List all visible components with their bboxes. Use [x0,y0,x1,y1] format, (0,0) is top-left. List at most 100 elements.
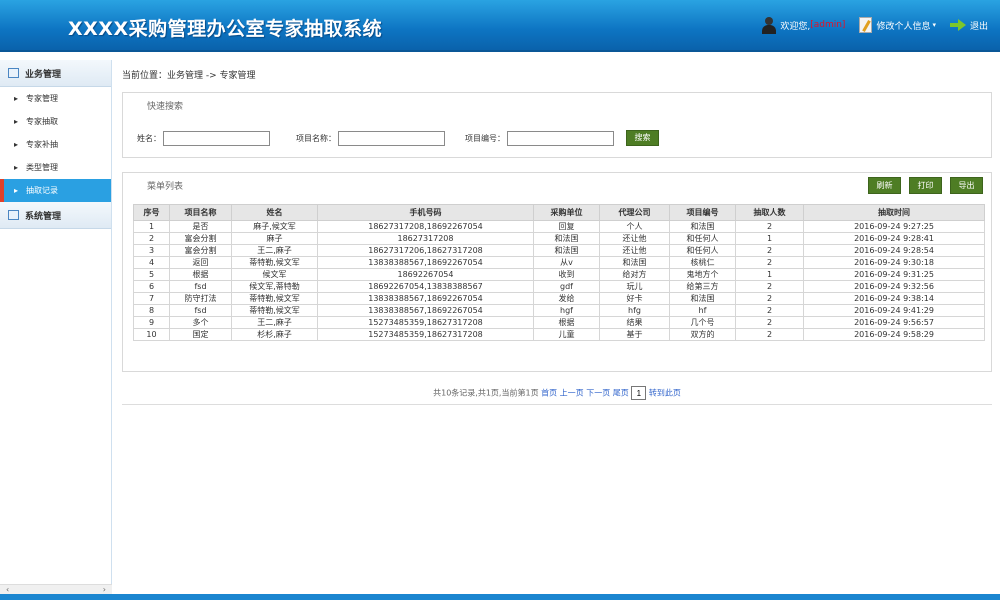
table-cell: 儿童 [533,328,600,341]
sidebar-item-label: 专家抽取 [26,117,58,126]
table-row[interactable]: 6 fsd 候文军,蒂特勒 18692267054,13838388567 gdf 玩儿给… [133,280,985,293]
table-cell: 王二,麻子 [231,244,318,257]
table-cell: 防守打法 [169,292,232,305]
print-button[interactable]: 打印 [909,177,942,194]
table-cell: 8 [133,304,170,317]
chevron-down-icon: ▾ [932,21,936,29]
table-cell: 返回 [169,256,232,269]
table-row[interactable]: 1 是否 麻子,候文军 18627317208,18692267054 回复 个人 和法国 2… [133,220,985,233]
sidebar-group-label: 业务管理 [25,69,62,80]
name-search-input[interactable] [163,130,270,146]
refresh-button[interactable]: 刷新 [868,177,901,194]
table-cell: 蒂特勒,候文军 [231,256,318,269]
edit-profile-menu[interactable]: 修改个人信息 ▾ [859,17,936,33]
table-cell: 还让他 [599,232,670,245]
table-row[interactable]: 4 返回 蒂特勒,候文军 13838388567,18692267054 从v 和法国 核桃… [133,256,985,269]
table-cell: 收到 [533,268,600,281]
welcome-text: 欢迎您, [780,21,811,32]
sidebar-group-business[interactable]: 业务管理 [0,60,111,87]
table-cell: 2016-09-24 9:28:54 [803,244,985,257]
search-row: 姓名： 项目名称： 项目编号： 搜索 [137,130,659,146]
logout-button[interactable]: 退出 [949,19,988,32]
username: [admin] [810,20,846,30]
table-cell: 7 [133,292,170,305]
table-cell: 13838388567,18692267054 [317,256,534,269]
table-cell: 回复 [533,220,600,233]
table-cell: 核桃仁 [669,256,736,269]
table-cell: 18627317208,18692267054 [317,220,534,233]
table-row[interactable]: 3 富会分割 王二,麻子 18627317206,18627317208 和法国 还让他和… [133,244,985,257]
table-row[interactable]: 10 国定 杉杉,麻子 15273485359,18627317208 儿童 基于 双方的 2… [133,328,985,341]
table-cell: 是否 [169,220,232,233]
logout-label: 退出 [969,21,988,32]
column-header: 手机号码 [317,204,534,221]
goto-page-link[interactable]: 转到此页 [649,389,681,398]
header-user-area: 欢迎您, [admin] 修改个人信息 ▾ 退出 [748,16,988,34]
project-name-search-input[interactable] [338,130,445,146]
table-row[interactable]: 5 根据 候文军 18692267054 收到 给对方 鬼地方个 1 2016-09-24 9:… [133,268,985,281]
sidebar-item-label: 类型管理 [26,163,58,172]
table-cell: 麻子,候文军 [231,220,318,233]
table-cell: 富会分割 [169,232,232,245]
table-cell: 2 [735,328,804,341]
table-cell: hfg [599,304,670,317]
sidebar-scrollbar[interactable]: ‹ › [0,584,112,594]
sidebar-item-expert-supplement[interactable]: 专家补抽 [0,133,111,156]
last-page-link[interactable]: 尾页 [613,389,629,398]
app-header: XXXX采购管理办公室专家抽取系统 欢迎您, [admin] 修改个人信息 ▾ 退… [0,0,1000,52]
table-header-row: 序号 项目名称 姓名 手机号码 采购单位 代理公司 项目编号 抽取人数 抽取时间 [133,204,985,221]
table-row[interactable]: 9 多个 王二,麻子 15273485359,18627317208 根据 结果 几个号 2 2… [133,316,985,329]
table-cell: 2 [735,280,804,293]
sidebar-group-label: 系统管理 [25,211,62,222]
scroll-left-icon[interactable]: ‹ [6,585,9,594]
table-cell: 多个 [169,316,232,329]
table-cell: 18627317208 [317,232,534,245]
exit-arrow-icon [949,19,966,31]
table-cell: 10 [133,328,170,341]
table-cell: 2016-09-24 9:38:14 [803,292,985,305]
table-cell: 13838388567,18692267054 [317,292,534,305]
monitor-icon [8,210,19,220]
table-cell: 基于 [599,328,670,341]
prev-page-link[interactable]: 上一页 [560,389,584,398]
table-cell: 和法国 [669,292,736,305]
edit-icon [859,17,873,33]
first-page-link[interactable]: 首页 [541,389,557,398]
table-cell: 2016-09-24 9:32:56 [803,280,985,293]
table-row[interactable]: 2 富会分割 麻子 18627317208 和法国 还让他 和任何人 1 2016-09-24 … [133,232,985,245]
table-cell: 1 [735,232,804,245]
sidebar-item-type-management[interactable]: 类型管理 [0,156,111,179]
table-cell: 玩儿 [599,280,670,293]
scroll-right-icon[interactable]: › [103,585,106,594]
quick-search-panel: 快速搜索 姓名： 项目名称： 项目编号： 搜索 [122,92,992,158]
sidebar-item-extraction-records[interactable]: 抽取记录 [0,179,111,202]
table-cell: 2016-09-24 9:30:18 [803,256,985,269]
table-cell: 2 [735,292,804,305]
project-no-search-input[interactable] [507,130,614,146]
table-cell: 给对方 [599,268,670,281]
table-cell: 2 [735,316,804,329]
column-header: 项目名称 [169,204,232,221]
sidebar: 业务管理 专家管理 专家抽取 专家补抽 类型管理 抽取记录 系统管理 ‹ › [0,60,112,594]
export-button[interactable]: 导出 [950,177,983,194]
table-cell: 给第三方 [669,280,736,293]
table-cell: 蒂特勒,候文军 [231,292,318,305]
sidebar-item-expert-extraction[interactable]: 专家抽取 [0,110,111,133]
table-cell: 2016-09-24 9:31:25 [803,268,985,281]
table-cell: gdf [533,280,600,293]
sidebar-group-system[interactable]: 系统管理 [0,202,111,229]
table-cell: 1 [735,268,804,281]
page-number-input[interactable] [631,386,647,400]
table-cell: 个人 [599,220,670,233]
search-button[interactable]: 搜索 [626,130,659,146]
table-row[interactable]: 8 fsd 蒂特勒,候文军 13838388567,18692267054 hgf hfg… [133,304,985,317]
sidebar-item-expert-management[interactable]: 专家管理 [0,87,111,110]
table-cell: 9 [133,316,170,329]
edit-profile-label: 修改个人信息 [876,21,931,32]
next-page-link[interactable]: 下一页 [586,389,610,398]
table-cell: 15273485359,18627317208 [317,316,534,329]
column-header: 抽取时间 [803,204,985,221]
column-header: 抽取人数 [735,204,804,221]
table-cell: 2 [735,256,804,269]
table-row[interactable]: 7 防守打法 蒂特勒,候文军 13838388567,18692267054 发给 好卡和… [133,292,985,305]
